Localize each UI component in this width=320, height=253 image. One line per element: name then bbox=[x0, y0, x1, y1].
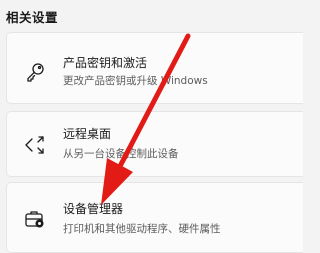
section-title: 相关设置 bbox=[6, 10, 59, 25]
device-manager-item[interactable]: 设备管理器 打印机和其他驱动程序、硬件属性 bbox=[6, 182, 303, 253]
remote-desktop-icon bbox=[23, 134, 47, 158]
device-manager-subtitle: 打印机和其他驱动程序、硬件属性 bbox=[63, 223, 221, 235]
device-manager-icon bbox=[23, 207, 47, 231]
remote-desktop-subtitle: 从另一台设备控制此设备 bbox=[63, 148, 179, 160]
product-key-activation-title: 产品密钥和激活 bbox=[63, 56, 148, 70]
key-icon bbox=[23, 60, 47, 84]
remote-desktop-item[interactable]: 远程桌面 从另一台设备控制此设备 bbox=[6, 111, 303, 177]
remote-desktop-title: 远程桌面 bbox=[63, 127, 112, 141]
device-manager-title: 设备管理器 bbox=[63, 202, 124, 216]
product-key-activation-item[interactable]: 产品密钥和激活 更改产品密钥或升级 Windows bbox=[6, 32, 303, 104]
product-key-activation-subtitle: 更改产品密钥或升级 Windows bbox=[63, 75, 208, 87]
